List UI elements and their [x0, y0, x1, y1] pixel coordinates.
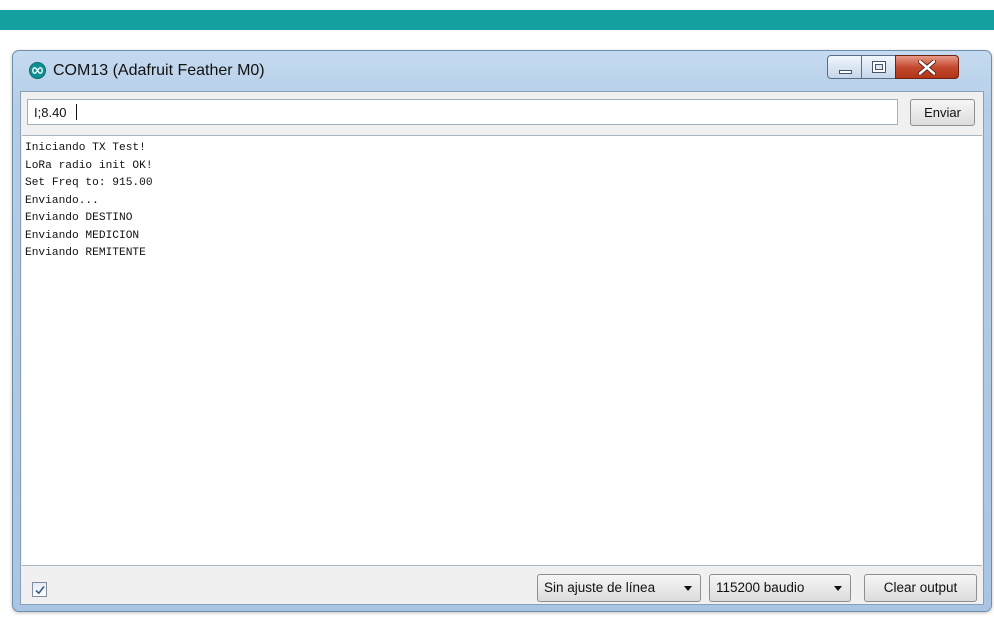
checkmark-icon — [35, 586, 45, 595]
output-line: Enviando DESTINO — [25, 212, 133, 224]
text-caret — [76, 104, 77, 120]
output-line: Enviando... — [25, 194, 99, 207]
send-input[interactable] — [27, 99, 898, 125]
close-icon — [918, 60, 936, 75]
output-line: LoRa radio init OK! — [25, 159, 153, 172]
dropdown-arrow-icon — [834, 586, 842, 591]
maximize-icon — [872, 61, 886, 73]
window-client-area: Enviar Iniciando TX Test! LoRa radio init… — [20, 91, 984, 605]
line-ending-select[interactable]: Sin ajuste de línea — [537, 574, 701, 602]
top-banner — [0, 0, 994, 34]
output-line: Enviando MEDICION — [25, 229, 140, 242]
arduino-infinity-icon — [29, 62, 46, 79]
minimize-icon — [839, 70, 852, 74]
autoscroll-checkbox[interactable] — [32, 582, 47, 597]
maximize-button[interactable] — [861, 55, 896, 79]
title-bar[interactable]: COM13 (Adafruit Feather M0) — [13, 51, 991, 91]
minimize-button[interactable] — [827, 55, 862, 79]
dropdown-arrow-icon — [684, 586, 692, 591]
clear-output-button[interactable]: Clear output — [864, 574, 977, 602]
line-ending-value: Sin ajuste de línea — [544, 580, 656, 595]
close-button[interactable] — [895, 55, 959, 79]
baud-rate-select[interactable]: 115200 baudio — [709, 574, 851, 602]
serial-monitor-window: COM13 (Adafruit Feather M0) Enviar Inici… — [12, 50, 992, 612]
serial-output-area[interactable]: Iniciando TX Test! LoRa radio init OK! Set… — [22, 135, 982, 566]
output-line: Enviando REMITENTE — [25, 247, 146, 259]
output-line: Iniciando TX Test! — [25, 142, 146, 154]
baud-rate-value: 115200 baudio — [716, 580, 805, 595]
output-line: Set Freq to: 915.00 — [25, 177, 153, 189]
window-title: COM13 (Adafruit Feather M0) — [53, 62, 265, 79]
send-button[interactable]: Enviar — [910, 99, 975, 126]
